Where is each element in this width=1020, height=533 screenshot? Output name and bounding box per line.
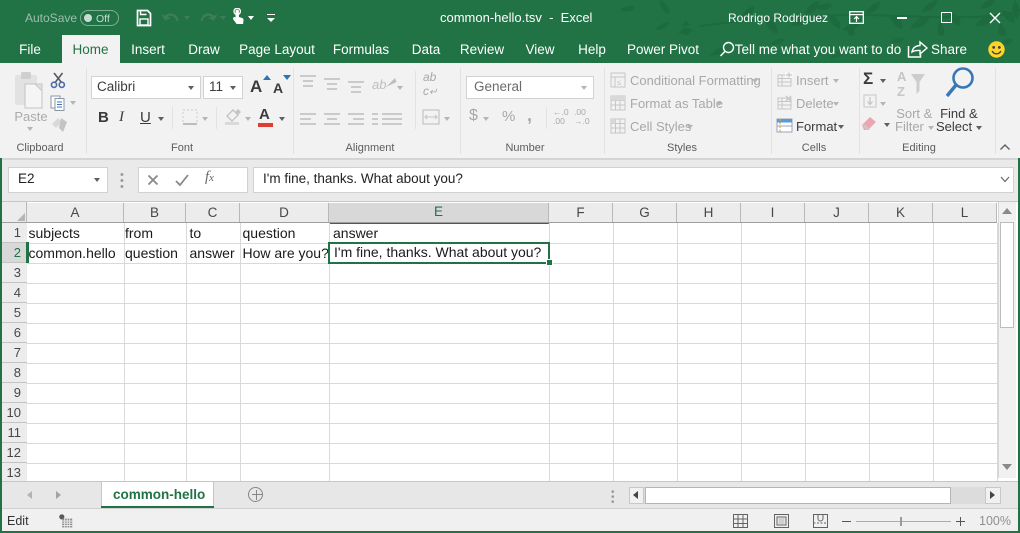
svg-text:Z: Z bbox=[897, 84, 905, 99]
svg-text:A: A bbox=[897, 69, 907, 84]
svg-text:ab: ab bbox=[372, 77, 386, 92]
svg-text:≤: ≤ bbox=[617, 78, 622, 87]
